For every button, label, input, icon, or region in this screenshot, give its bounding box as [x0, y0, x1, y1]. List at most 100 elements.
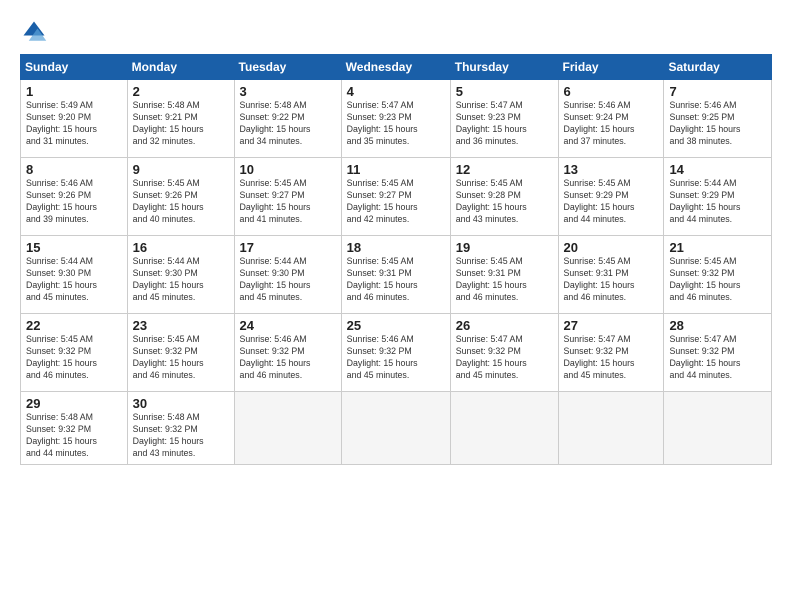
day-info: Sunrise: 5:46 AM Sunset: 9:32 PM Dayligh…	[240, 334, 336, 382]
day-cell-4: 4Sunrise: 5:47 AM Sunset: 9:23 PM Daylig…	[341, 80, 450, 158]
day-info: Sunrise: 5:44 AM Sunset: 9:29 PM Dayligh…	[669, 178, 766, 226]
day-cell-16: 16Sunrise: 5:44 AM Sunset: 9:30 PM Dayli…	[127, 236, 234, 314]
day-number: 16	[133, 240, 229, 255]
logo-icon	[20, 18, 48, 46]
calendar-week-2: 8Sunrise: 5:46 AM Sunset: 9:26 PM Daylig…	[21, 158, 772, 236]
day-number: 18	[347, 240, 445, 255]
header-row: SundayMondayTuesdayWednesdayThursdayFrid…	[21, 55, 772, 80]
day-number: 27	[564, 318, 659, 333]
day-info: Sunrise: 5:47 AM Sunset: 9:23 PM Dayligh…	[347, 100, 445, 148]
day-cell-26: 26Sunrise: 5:47 AM Sunset: 9:32 PM Dayli…	[450, 314, 558, 392]
day-info: Sunrise: 5:46 AM Sunset: 9:25 PM Dayligh…	[669, 100, 766, 148]
day-cell-30: 30Sunrise: 5:48 AM Sunset: 9:32 PM Dayli…	[127, 392, 234, 465]
day-cell-1: 1Sunrise: 5:49 AM Sunset: 9:20 PM Daylig…	[21, 80, 128, 158]
day-info: Sunrise: 5:44 AM Sunset: 9:30 PM Dayligh…	[26, 256, 122, 304]
day-info: Sunrise: 5:44 AM Sunset: 9:30 PM Dayligh…	[133, 256, 229, 304]
day-cell-17: 17Sunrise: 5:44 AM Sunset: 9:30 PM Dayli…	[234, 236, 341, 314]
day-number: 2	[133, 84, 229, 99]
day-cell-7: 7Sunrise: 5:46 AM Sunset: 9:25 PM Daylig…	[664, 80, 772, 158]
day-cell-18: 18Sunrise: 5:45 AM Sunset: 9:31 PM Dayli…	[341, 236, 450, 314]
empty-cell	[341, 392, 450, 465]
day-number: 29	[26, 396, 122, 411]
day-number: 11	[347, 162, 445, 177]
header-cell-sunday: Sunday	[21, 55, 128, 80]
day-number: 10	[240, 162, 336, 177]
calendar-week-5: 29Sunrise: 5:48 AM Sunset: 9:32 PM Dayli…	[21, 392, 772, 465]
day-info: Sunrise: 5:48 AM Sunset: 9:22 PM Dayligh…	[240, 100, 336, 148]
header-cell-monday: Monday	[127, 55, 234, 80]
day-number: 1	[26, 84, 122, 99]
header-cell-tuesday: Tuesday	[234, 55, 341, 80]
day-cell-23: 23Sunrise: 5:45 AM Sunset: 9:32 PM Dayli…	[127, 314, 234, 392]
day-cell-28: 28Sunrise: 5:47 AM Sunset: 9:32 PM Dayli…	[664, 314, 772, 392]
day-number: 6	[564, 84, 659, 99]
day-info: Sunrise: 5:45 AM Sunset: 9:32 PM Dayligh…	[133, 334, 229, 382]
day-info: Sunrise: 5:48 AM Sunset: 9:32 PM Dayligh…	[26, 412, 122, 460]
day-info: Sunrise: 5:46 AM Sunset: 9:26 PM Dayligh…	[26, 178, 122, 226]
day-number: 9	[133, 162, 229, 177]
day-info: Sunrise: 5:48 AM Sunset: 9:21 PM Dayligh…	[133, 100, 229, 148]
day-cell-27: 27Sunrise: 5:47 AM Sunset: 9:32 PM Dayli…	[558, 314, 664, 392]
day-number: 8	[26, 162, 122, 177]
header-cell-thursday: Thursday	[450, 55, 558, 80]
day-info: Sunrise: 5:46 AM Sunset: 9:24 PM Dayligh…	[564, 100, 659, 148]
day-cell-12: 12Sunrise: 5:45 AM Sunset: 9:28 PM Dayli…	[450, 158, 558, 236]
day-number: 22	[26, 318, 122, 333]
header-cell-friday: Friday	[558, 55, 664, 80]
day-number: 12	[456, 162, 553, 177]
page: SundayMondayTuesdayWednesdayThursdayFrid…	[0, 0, 792, 612]
day-number: 26	[456, 318, 553, 333]
day-info: Sunrise: 5:47 AM Sunset: 9:32 PM Dayligh…	[456, 334, 553, 382]
day-number: 28	[669, 318, 766, 333]
day-number: 4	[347, 84, 445, 99]
empty-cell	[664, 392, 772, 465]
day-info: Sunrise: 5:44 AM Sunset: 9:30 PM Dayligh…	[240, 256, 336, 304]
day-info: Sunrise: 5:47 AM Sunset: 9:32 PM Dayligh…	[564, 334, 659, 382]
day-cell-11: 11Sunrise: 5:45 AM Sunset: 9:27 PM Dayli…	[341, 158, 450, 236]
empty-cell	[234, 392, 341, 465]
empty-cell	[558, 392, 664, 465]
day-cell-15: 15Sunrise: 5:44 AM Sunset: 9:30 PM Dayli…	[21, 236, 128, 314]
day-info: Sunrise: 5:47 AM Sunset: 9:32 PM Dayligh…	[669, 334, 766, 382]
day-cell-20: 20Sunrise: 5:45 AM Sunset: 9:31 PM Dayli…	[558, 236, 664, 314]
day-number: 17	[240, 240, 336, 255]
day-cell-9: 9Sunrise: 5:45 AM Sunset: 9:26 PM Daylig…	[127, 158, 234, 236]
day-number: 24	[240, 318, 336, 333]
day-number: 7	[669, 84, 766, 99]
day-number: 5	[456, 84, 553, 99]
day-number: 19	[456, 240, 553, 255]
day-number: 15	[26, 240, 122, 255]
calendar-week-3: 15Sunrise: 5:44 AM Sunset: 9:30 PM Dayli…	[21, 236, 772, 314]
day-info: Sunrise: 5:48 AM Sunset: 9:32 PM Dayligh…	[133, 412, 229, 460]
header-cell-wednesday: Wednesday	[341, 55, 450, 80]
day-info: Sunrise: 5:46 AM Sunset: 9:32 PM Dayligh…	[347, 334, 445, 382]
day-number: 23	[133, 318, 229, 333]
day-number: 13	[564, 162, 659, 177]
day-cell-2: 2Sunrise: 5:48 AM Sunset: 9:21 PM Daylig…	[127, 80, 234, 158]
day-number: 20	[564, 240, 659, 255]
day-info: Sunrise: 5:45 AM Sunset: 9:32 PM Dayligh…	[26, 334, 122, 382]
day-cell-19: 19Sunrise: 5:45 AM Sunset: 9:31 PM Dayli…	[450, 236, 558, 314]
day-cell-29: 29Sunrise: 5:48 AM Sunset: 9:32 PM Dayli…	[21, 392, 128, 465]
header-cell-saturday: Saturday	[664, 55, 772, 80]
day-info: Sunrise: 5:45 AM Sunset: 9:28 PM Dayligh…	[456, 178, 553, 226]
day-cell-22: 22Sunrise: 5:45 AM Sunset: 9:32 PM Dayli…	[21, 314, 128, 392]
day-cell-8: 8Sunrise: 5:46 AM Sunset: 9:26 PM Daylig…	[21, 158, 128, 236]
day-cell-24: 24Sunrise: 5:46 AM Sunset: 9:32 PM Dayli…	[234, 314, 341, 392]
day-info: Sunrise: 5:45 AM Sunset: 9:27 PM Dayligh…	[347, 178, 445, 226]
day-info: Sunrise: 5:45 AM Sunset: 9:29 PM Dayligh…	[564, 178, 659, 226]
day-info: Sunrise: 5:49 AM Sunset: 9:20 PM Dayligh…	[26, 100, 122, 148]
day-cell-10: 10Sunrise: 5:45 AM Sunset: 9:27 PM Dayli…	[234, 158, 341, 236]
empty-cell	[450, 392, 558, 465]
day-cell-25: 25Sunrise: 5:46 AM Sunset: 9:32 PM Dayli…	[341, 314, 450, 392]
day-cell-14: 14Sunrise: 5:44 AM Sunset: 9:29 PM Dayli…	[664, 158, 772, 236]
day-info: Sunrise: 5:45 AM Sunset: 9:32 PM Dayligh…	[669, 256, 766, 304]
day-number: 14	[669, 162, 766, 177]
day-info: Sunrise: 5:45 AM Sunset: 9:31 PM Dayligh…	[347, 256, 445, 304]
day-info: Sunrise: 5:45 AM Sunset: 9:31 PM Dayligh…	[456, 256, 553, 304]
day-info: Sunrise: 5:45 AM Sunset: 9:26 PM Dayligh…	[133, 178, 229, 226]
day-info: Sunrise: 5:47 AM Sunset: 9:23 PM Dayligh…	[456, 100, 553, 148]
logo	[20, 18, 52, 46]
day-info: Sunrise: 5:45 AM Sunset: 9:31 PM Dayligh…	[564, 256, 659, 304]
header	[20, 18, 772, 46]
